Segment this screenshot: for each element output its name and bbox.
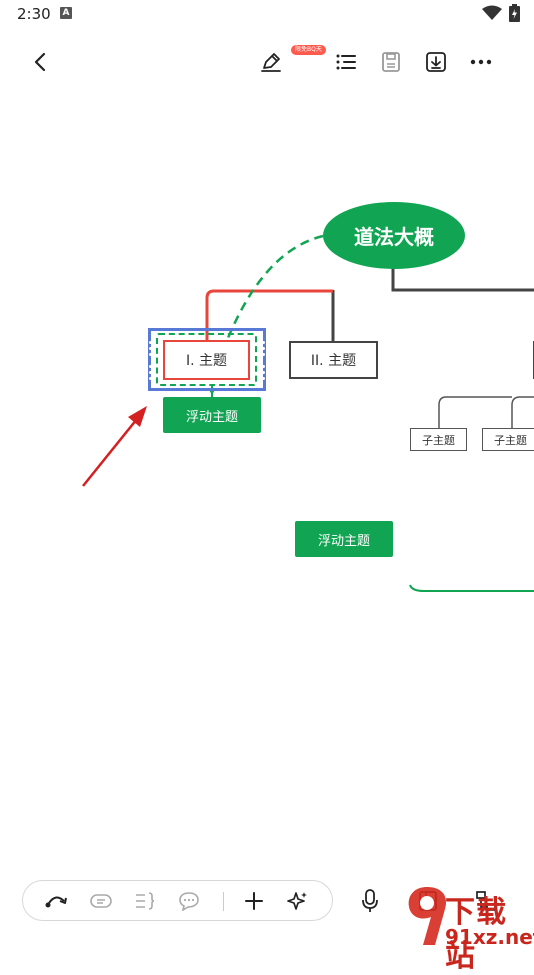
topic-2-node[interactable]: II. 主题 [289, 341, 378, 379]
connector-subtopic-2 [511, 396, 534, 428]
watermark: 下载站 91xz.net [405, 885, 534, 974]
watermark-url: 91xz.net [445, 925, 534, 949]
selection-handle-right-lower[interactable] [262, 362, 266, 383]
relation-button[interactable] [37, 881, 77, 921]
floating-topic-2[interactable]: 浮动主题 [295, 521, 393, 557]
label-button[interactable] [81, 881, 121, 921]
add-icon [245, 892, 263, 910]
connector-subtopic-1 [438, 396, 512, 428]
comment-button[interactable] [169, 881, 209, 921]
microphone-icon [362, 889, 378, 912]
add-button[interactable] [234, 881, 274, 921]
summary-bracket [409, 584, 534, 592]
topic-1-node[interactable]: I. 主题 [163, 340, 250, 380]
relation-curve-icon [45, 896, 67, 908]
selection-handle-right[interactable] [262, 338, 266, 359]
bottom-toolbar [22, 880, 333, 921]
annotation-arrowhead [128, 406, 147, 427]
subtopic-2[interactable]: 子主题 [482, 428, 534, 451]
floating-topic-1[interactable]: 浮动主题 [163, 397, 261, 433]
selection-handle-left-lower[interactable] [149, 362, 153, 383]
annotation-arrow-line [82, 418, 138, 487]
comment-icon [179, 892, 199, 911]
summary-icon [136, 892, 155, 910]
label-icon [90, 894, 112, 908]
summary-button[interactable] [125, 881, 165, 921]
relation-curve [226, 234, 324, 339]
subtopic-1[interactable]: 子主题 [410, 428, 467, 451]
ai-sparkle-icon [287, 892, 307, 910]
toolbar-divider [223, 892, 224, 911]
voice-button[interactable] [350, 881, 390, 921]
selection-handle-left[interactable] [149, 338, 153, 359]
central-topic[interactable]: 道法大概 [323, 202, 465, 269]
mindmap-connectors [82, 234, 534, 592]
connector-main-right [391, 268, 534, 292]
watermark-logo-icon [408, 887, 447, 945]
ai-button[interactable] [278, 881, 318, 921]
